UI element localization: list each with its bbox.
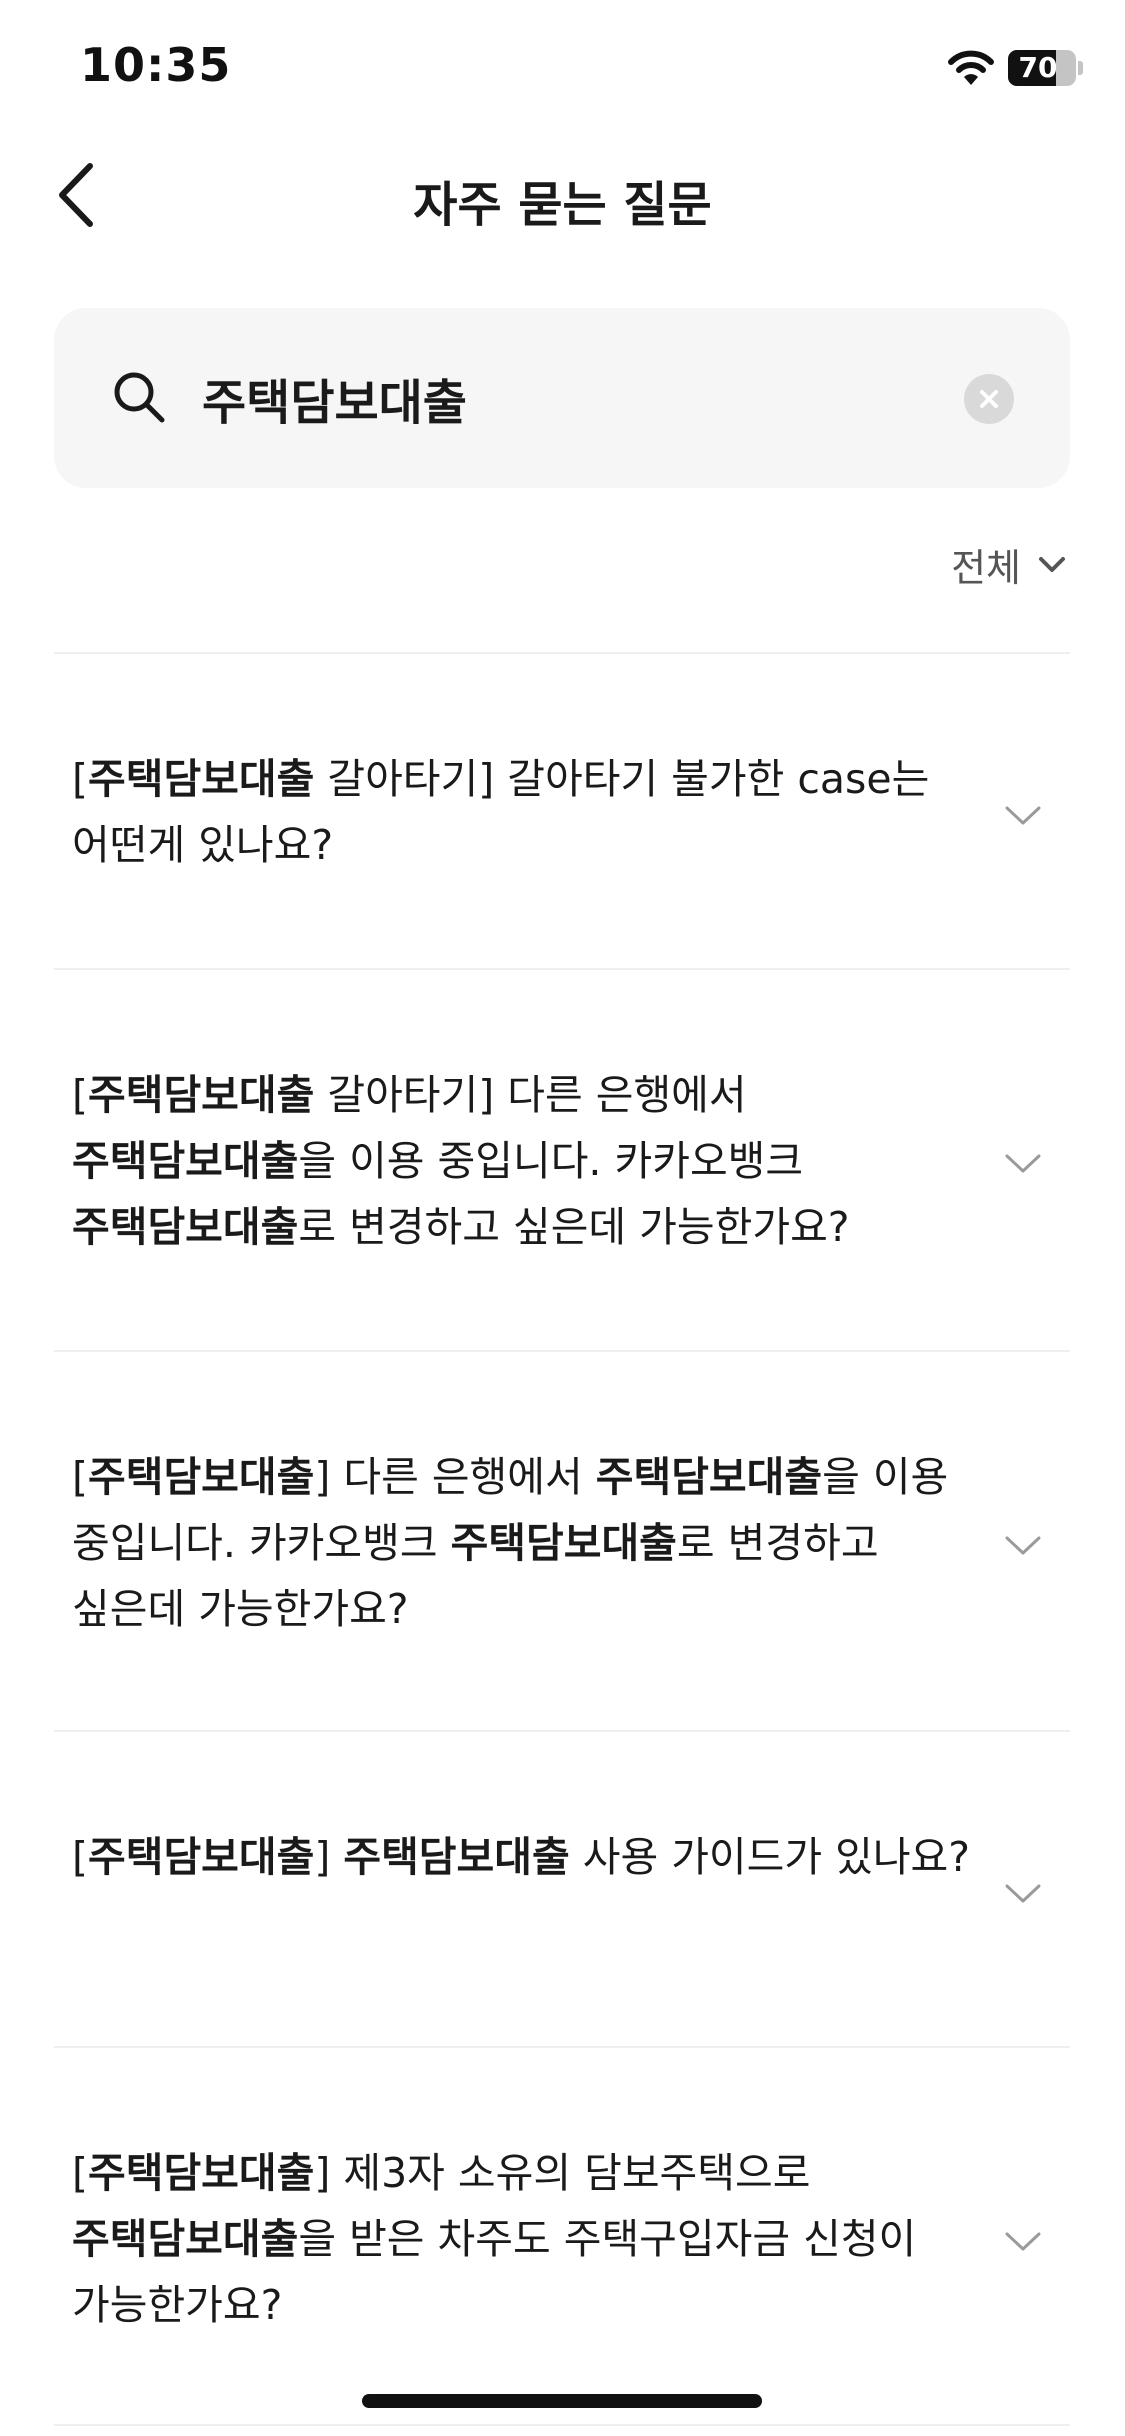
chevron-down-icon: [1005, 806, 1041, 825]
faq-item[interactable]: [주택담보대출] 다른 은행에서 주택담보대출을 이용 중입니다. 카카오뱅크 …: [54, 1350, 1070, 1730]
chevron-down-icon: [1005, 1154, 1041, 1173]
page-title: 자주 묻는 질문: [413, 177, 712, 233]
filter-label: 전체: [951, 545, 1021, 590]
status-bar: 10:35 70: [0, 0, 1125, 130]
home-indicator[interactable]: [362, 2394, 762, 2408]
battery-icon: 70: [1008, 50, 1076, 86]
clear-icon: [980, 390, 998, 408]
faq-item[interactable]: [주택담보대출 갈아타기] 다른 은행에서 주택담보대출을 이용 중입니다. 카…: [54, 968, 1070, 1350]
battery-level: 70: [1018, 51, 1058, 84]
faq-item[interactable]: [주택담보대출 갈아타기] 갈아타기 불가한 case는 어떤게 있나요?: [54, 652, 1070, 968]
search-icon: [114, 372, 165, 423]
wifi-icon: [948, 50, 994, 85]
faq-question: [주택담보대출] 다른 은행에서 주택담보대출을 이용 중입니다. 카카오뱅크 …: [72, 1453, 949, 1633]
clear-search-button[interactable]: [964, 374, 1014, 424]
faq-item[interactable]: [주택담보대출] 제3자 소유의 담보주택으로 주택담보대출을 받은 차주도 주…: [54, 2046, 1070, 2426]
filter-dropdown[interactable]: 전체: [951, 536, 1069, 592]
search-input[interactable]: [202, 358, 962, 438]
faq-page: 10:35 70 자주 묻는 질문 전체: [0, 0, 1125, 2436]
faq-question: [주택담보대출] 주택담보대출 사용 가이드가 있나요?: [72, 1833, 971, 1881]
faq-question: [주택담보대출] 제3자 소유의 담보주택으로 주택담보대출을 받은 차주도 주…: [72, 2149, 917, 2329]
faq-question: [주택담보대출 갈아타기] 다른 은행에서 주택담보대출을 이용 중입니다. 카…: [72, 1071, 850, 1251]
status-time: 10:35: [80, 38, 232, 92]
chevron-down-icon: [1005, 1536, 1041, 1555]
search-box: [54, 308, 1070, 488]
chevron-down-icon: [1005, 2232, 1041, 2251]
faq-list: [주택담보대출 갈아타기] 갈아타기 불가한 case는 어떤게 있나요? [주…: [54, 652, 1070, 2426]
faq-item[interactable]: [주택담보대출] 주택담보대출 사용 가이드가 있나요?: [54, 1730, 1070, 2046]
chevron-down-icon: [1005, 1884, 1041, 1903]
battery-cap: [1078, 61, 1083, 75]
faq-question: [주택담보대출 갈아타기] 갈아타기 불가한 case는 어떤게 있나요?: [72, 755, 930, 869]
chevron-down-icon: [1039, 557, 1065, 572]
